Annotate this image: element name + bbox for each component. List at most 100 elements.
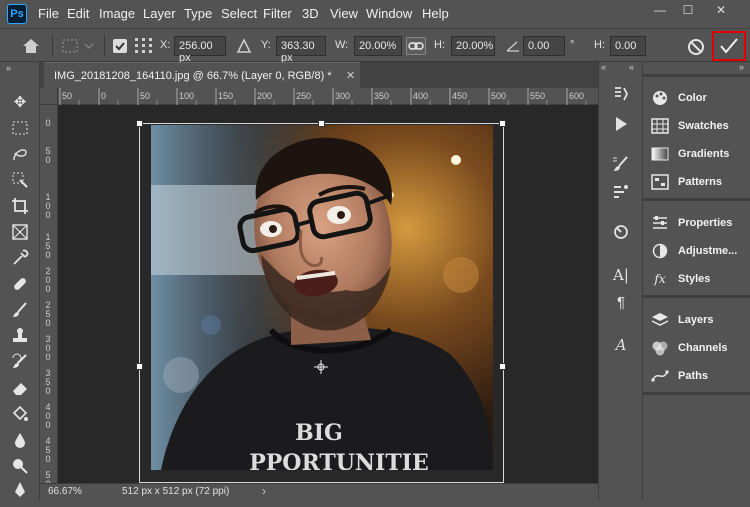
panel-label: Styles [678, 273, 711, 285]
marquee-tool-icon[interactable] [8, 118, 32, 140]
relative-position-icon[interactable] [236, 38, 252, 54]
panel-color[interactable]: Color [643, 84, 750, 112]
glyphs-panel-icon[interactable]: A [609, 334, 633, 356]
healing-brush-tool-icon[interactable] [8, 274, 32, 296]
panel-properties[interactable]: Properties [643, 209, 750, 237]
transform-handle-top[interactable] [318, 120, 325, 127]
x-position-field[interactable]: 256.00 px [174, 36, 226, 64]
paragraph-panel-icon[interactable]: ¶ [609, 292, 633, 314]
collapse-panels-icon[interactable]: » [739, 62, 744, 72]
commit-transform-button[interactable] [712, 31, 746, 61]
history-brush-tool-icon[interactable] [8, 352, 32, 374]
reference-point-grid-icon[interactable] [134, 37, 154, 55]
panel-label: Gradients [678, 148, 730, 160]
menu-help[interactable]: Help [422, 6, 449, 21]
brush-settings-icon[interactable] [609, 154, 633, 176]
object-selection-tool-icon[interactable] [8, 170, 32, 192]
panel-gradients[interactable]: Gradients [643, 140, 750, 168]
gradient-icon [651, 146, 669, 162]
panel-label: Channels [678, 342, 728, 354]
panel-styles[interactable]: fx Styles [643, 265, 750, 293]
menu-type[interactable]: Type [184, 6, 212, 21]
ps-logo[interactable]: Ps [7, 4, 27, 24]
w-label: W: [335, 39, 349, 51]
menu-layer[interactable]: Layer [143, 6, 176, 21]
layers-icon [651, 312, 669, 328]
close-window-button[interactable]: ✕ [710, 2, 732, 18]
close-document-icon[interactable]: ✕ [346, 69, 355, 82]
document-canvas[interactable]: BIG PPORTUNITIE [58, 105, 598, 483]
link-proportions-icon[interactable] [406, 37, 426, 55]
height-field[interactable]: 20.00% [451, 36, 495, 56]
vertical-ruler: 0 5 0 1 0 0 1 5 0 2 0 0 2 5 0 3 0 0 3 5 … [40, 105, 58, 498]
paint-bucket-tool-icon[interactable] [8, 404, 32, 426]
clone-source-icon[interactable] [609, 222, 633, 244]
clone-stamp-tool-icon[interactable] [8, 326, 32, 348]
transform-handle-top-left[interactable] [136, 120, 143, 127]
menu-select[interactable]: Select [221, 6, 257, 21]
brushes-panel-icon[interactable] [609, 182, 633, 204]
expand-dock-icon[interactable]: « [601, 62, 606, 72]
play-actions-icon[interactable] [609, 114, 633, 136]
x-label: X: [160, 39, 171, 51]
width-field[interactable]: 20.00% [354, 36, 402, 56]
document-tab-title: IMG_20181208_164110.jpg @ 66.7% (Layer 0… [54, 70, 332, 82]
reference-point-checkbox[interactable] [113, 39, 127, 53]
frame-tool-icon[interactable] [8, 222, 32, 244]
move-tool-icon[interactable]: ✥ [8, 92, 32, 114]
transform-handle-top-right[interactable] [499, 120, 506, 127]
menu-image[interactable]: Image [99, 6, 135, 21]
transform-handle-right[interactable] [499, 363, 506, 370]
ruler-tick-label: 50 [140, 91, 151, 101]
cancel-transform-icon[interactable] [686, 37, 706, 57]
character-panel-icon[interactable]: A| [609, 264, 633, 286]
blur-tool-icon[interactable] [8, 430, 32, 452]
zoom-level[interactable]: 66.67% [48, 486, 82, 497]
menu-view[interactable]: View [330, 6, 358, 21]
horizontal-skew-field[interactable]: 0.00 [610, 36, 646, 56]
panel-patterns[interactable]: Patterns [643, 168, 750, 196]
ruler-tick-label: 0 [45, 118, 51, 128]
document-tab[interactable]: IMG_20181208_164110.jpg @ 66.7% (Layer 0… [44, 62, 360, 88]
ruler-tick-label: 0 [101, 91, 107, 101]
menu-window[interactable]: Window [366, 6, 412, 21]
lasso-tool-icon[interactable] [8, 144, 32, 166]
document-tab-bar: IMG_20181208_164110.jpg @ 66.7% (Layer 0… [40, 62, 598, 88]
patterns-icon [651, 174, 669, 190]
panel-swatches[interactable]: Swatches [643, 112, 750, 140]
document-info: 512 px x 512 px (72 ppi) [122, 486, 230, 497]
rotation-angle-field[interactable]: 0.00 [523, 36, 565, 56]
menu-edit[interactable]: Edit [67, 6, 89, 21]
move-tool-options-icon[interactable] [60, 37, 94, 55]
brush-tool-icon[interactable] [8, 300, 32, 322]
eraser-tool-icon[interactable] [8, 378, 32, 400]
status-menu-arrow[interactable]: › [262, 484, 266, 498]
dodge-tool-icon[interactable] [8, 456, 32, 478]
minimize-button[interactable]: — [649, 2, 671, 18]
collapse-toolbar-icon[interactable]: » [6, 63, 11, 73]
menu-3d[interactable]: 3D [302, 6, 319, 21]
panel-adjustments[interactable]: Adjustme... [643, 237, 750, 265]
history-panel-icon[interactable] [609, 84, 633, 106]
ruler-origin[interactable] [40, 88, 58, 105]
menu-file[interactable]: File [38, 6, 59, 21]
y-label: Y: [261, 39, 271, 51]
eyedropper-tool-icon[interactable] [8, 248, 32, 270]
transform-bounding-box[interactable] [136, 120, 506, 483]
reference-point-icon[interactable] [314, 360, 328, 374]
crop-tool-icon[interactable] [8, 196, 32, 218]
y-position-field[interactable]: 363.30 px [276, 36, 326, 64]
transform-handle-left[interactable] [136, 363, 143, 370]
panel-channels[interactable]: Channels [643, 334, 750, 362]
panel-layers[interactable]: Layers [643, 306, 750, 334]
ruler-tick-label: 450 [452, 91, 468, 101]
restore-button[interactable]: ☐ [677, 2, 699, 18]
pen-tool-icon[interactable] [8, 480, 32, 502]
panel-paths[interactable]: Paths [643, 362, 750, 390]
ruler-tick-label: 200 [257, 91, 273, 101]
h-label: H: [434, 39, 445, 51]
menu-filter[interactable]: Filter [263, 6, 292, 21]
collapse-dock-icon[interactable]: « [629, 62, 634, 72]
swatches-grid-icon [651, 118, 669, 134]
home-icon[interactable] [20, 36, 42, 56]
